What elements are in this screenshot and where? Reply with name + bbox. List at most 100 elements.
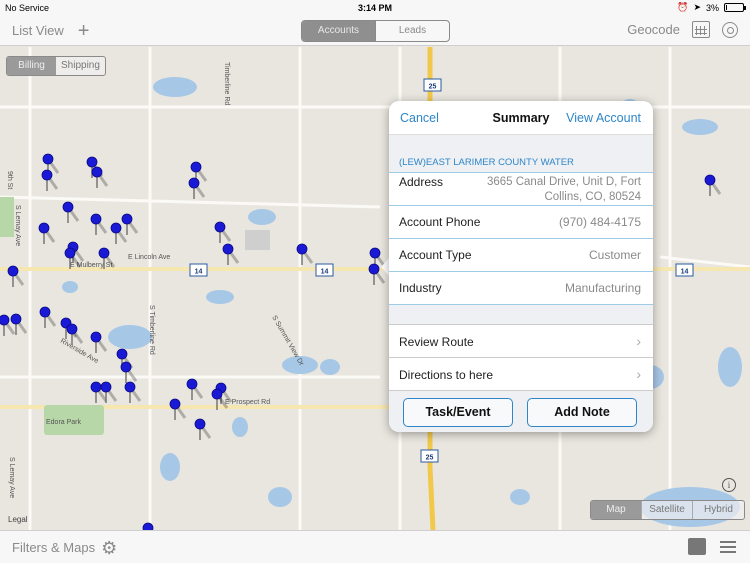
field-row-account-type: Account Type Customer: [389, 239, 653, 272]
svg-text:14: 14: [681, 269, 689, 276]
map-pin[interactable]: [38, 222, 56, 244]
tab-hybrid[interactable]: Hybrid: [693, 501, 744, 519]
section-gap: [389, 305, 653, 325]
map-pin[interactable]: [186, 378, 204, 400]
map-pin[interactable]: [41, 169, 59, 191]
review-route-label: Review Route: [399, 335, 474, 349]
map-pin[interactable]: [222, 243, 240, 265]
status-bar: No Service 3:14 PM ⏰ ➤ 3%: [0, 0, 750, 16]
lake: [62, 281, 78, 293]
field-value: (970) 484-4175: [558, 215, 641, 229]
popover-button-area: Task/Event Add Note: [389, 391, 653, 432]
gear-icon[interactable]: ⚙: [101, 539, 117, 557]
locate-me-icon[interactable]: [722, 21, 738, 38]
lake: [108, 325, 152, 349]
info-icon[interactable]: i: [722, 478, 736, 492]
lake: [248, 209, 276, 225]
map-pin[interactable]: [90, 331, 108, 353]
field-row-address: Address 3665 Canal Drive, Unit D, Fort C…: [389, 173, 653, 206]
account-name: (LEW)EAST LARIMER COUNTY WATER: [389, 135, 653, 173]
record-type-segmented-control: Accounts Leads: [301, 20, 450, 42]
road-label: 9th St: [6, 171, 13, 189]
chevron-right-icon: ›: [636, 366, 641, 382]
map-pin[interactable]: [124, 381, 142, 403]
lake: [160, 453, 180, 481]
tab-billing[interactable]: Billing: [7, 57, 56, 75]
add-note-button[interactable]: Add Note: [527, 398, 637, 427]
view-account-button[interactable]: View Account: [566, 111, 641, 125]
battery-icon: [724, 3, 746, 12]
field-row-industry: Industry Manufacturing: [389, 272, 653, 305]
map-pin[interactable]: [100, 381, 118, 403]
tab-accounts[interactable]: Accounts: [302, 21, 376, 41]
road-label: Timberline Rd: [223, 62, 230, 105]
road-label: Edora Park: [46, 419, 82, 426]
tab-satellite[interactable]: Satellite: [642, 501, 693, 519]
task-event-button[interactable]: Task/Event: [403, 398, 513, 427]
map-pin[interactable]: [90, 213, 108, 235]
alarm-icon: ⏰: [677, 2, 689, 12]
lake: [268, 487, 292, 507]
map-type-segmented-control: Map Satellite Hybrid: [590, 500, 745, 520]
map-pin[interactable]: [121, 213, 139, 235]
bottom-toolbar: Filters & Maps ⚙: [0, 530, 750, 563]
shield-14: 14: [315, 263, 334, 277]
map-pin[interactable]: [120, 361, 138, 383]
legal-link[interactable]: Legal: [8, 515, 28, 524]
directions-label: Directions to here: [399, 368, 494, 382]
map-pin[interactable]: [214, 221, 232, 243]
map-pin[interactable]: [62, 201, 80, 223]
shield-14: 14: [675, 263, 694, 277]
top-toolbar: List View + Accounts Leads Geocode: [0, 16, 750, 46]
map-pin[interactable]: [91, 166, 109, 188]
minor-road: [0, 195, 381, 209]
map-pin[interactable]: [169, 398, 187, 420]
calendar-icon[interactable]: [692, 21, 710, 38]
svg-text:25: 25: [426, 455, 434, 462]
road-label: S Lemay Ave: [8, 457, 15, 498]
lake: [320, 359, 340, 375]
field-value: Customer: [588, 248, 641, 262]
status-right: ⏰ ➤ 3%: [677, 2, 746, 13]
map-pin[interactable]: [142, 522, 158, 530]
shield-25: 25: [423, 78, 442, 92]
account-summary-popover: Cancel Summary View Account (LEW)EAST LA…: [389, 101, 653, 432]
road-label: S Lemay Ave: [14, 205, 21, 246]
geocode-button[interactable]: Geocode: [627, 22, 680, 37]
svg-text:14: 14: [321, 269, 329, 276]
list-view-button[interactable]: List View: [12, 23, 64, 38]
field-label: Address: [399, 175, 444, 189]
field-value: Manufacturing: [564, 281, 641, 295]
chevron-right-icon: ›: [636, 333, 641, 349]
lake: [232, 417, 248, 437]
field-row-phone[interactable]: Account Phone (970) 484-4175: [389, 206, 653, 239]
list-icon[interactable]: [720, 540, 736, 553]
directions-row[interactable]: Directions to here ›: [389, 358, 653, 391]
lake: [206, 290, 234, 304]
plus-icon[interactable]: +: [78, 21, 90, 41]
lake: [718, 347, 742, 387]
lake: [510, 489, 530, 505]
shield-14: 14: [189, 263, 208, 277]
map-pin[interactable]: [39, 306, 57, 328]
tab-leads[interactable]: Leads: [376, 21, 449, 41]
map-pin[interactable]: [704, 174, 722, 196]
map-pin[interactable]: [194, 418, 212, 440]
park: [0, 197, 14, 237]
map-pin[interactable]: [110, 222, 128, 244]
shield-25: 25: [420, 449, 439, 463]
route-icon[interactable]: [688, 538, 706, 555]
review-route-row[interactable]: Review Route ›: [389, 325, 653, 358]
tab-shipping[interactable]: Shipping: [56, 57, 105, 75]
road-label: E Lincoln Ave: [128, 254, 170, 261]
field-label: Account Phone: [399, 215, 481, 229]
road-label: Riverside Ave: [59, 338, 100, 365]
map-pin[interactable]: [188, 177, 206, 199]
location-arrow-icon: ➤: [693, 2, 701, 12]
tab-map[interactable]: Map: [591, 501, 642, 519]
filters-maps-button[interactable]: Filters & Maps: [12, 540, 95, 555]
minor-road: [659, 255, 750, 269]
svg-text:25: 25: [429, 84, 437, 91]
field-value: 3665 Canal Drive, Unit D, Fort Collins, …: [486, 176, 641, 203]
lake: [682, 119, 718, 135]
